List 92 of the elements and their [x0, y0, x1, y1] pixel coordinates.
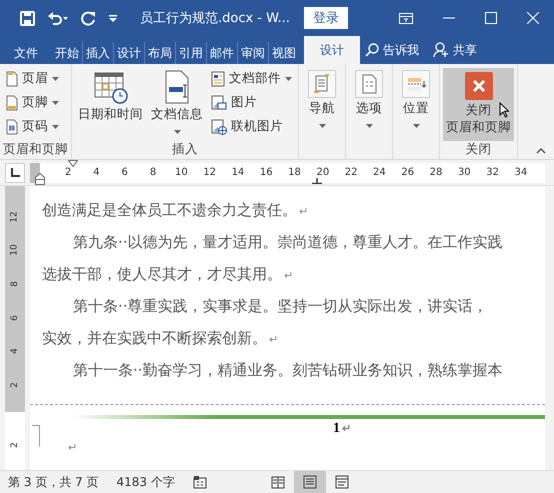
ruler-number: 22: [344, 167, 358, 178]
share-link[interactable]: 共享: [453, 42, 477, 58]
ruler-number: 20: [315, 167, 330, 178]
paragraph-mark: ↵: [68, 441, 78, 454]
save-icon[interactable]: [20, 10, 35, 26]
tab-stop-selector-icon[interactable]: [10, 168, 20, 177]
navigation-icon: [308, 70, 336, 98]
ribbon-button[interactable]: 页码: [3, 116, 62, 137]
ruler-number: 6: [10, 314, 20, 321]
word-count[interactable]: 4183 个字: [116, 474, 175, 490]
ruler-number: 2: [10, 382, 20, 388]
ribbon-tab[interactable]: 文件: [6, 42, 46, 64]
ruler-number: 8: [148, 167, 158, 178]
close-icon: [464, 72, 492, 100]
hanging-indent-icon[interactable]: [35, 172, 45, 184]
document-info-icon: [163, 70, 191, 104]
ribbon-button[interactable]: 页眉: [3, 68, 62, 89]
paragraph-mark: ↵: [299, 205, 308, 218]
group-label: 关闭: [464, 141, 492, 157]
ruler-number: 28: [428, 167, 444, 178]
ruler-number: 4: [10, 348, 20, 354]
print-view-icon: [303, 475, 317, 489]
ribbon-display-icon[interactable]: [399, 12, 413, 24]
person-icon[interactable]: [433, 42, 449, 58]
ruler-number: 12: [202, 167, 217, 178]
ribbon-button[interactable]: 文档部件: [208, 68, 295, 89]
mouse-cursor-icon: [498, 102, 508, 118]
page-icon: [6, 94, 18, 110]
collapse-ribbon-icon[interactable]: [536, 148, 546, 154]
ribbon-button[interactable]: 位置: [396, 68, 436, 141]
view-button[interactable]: [294, 471, 326, 493]
ruler-number: 10: [10, 244, 20, 256]
ruler-number: 10: [174, 167, 189, 178]
margin-corner-icon: [32, 425, 40, 447]
ribbon-button[interactable]: 关闭 页眉和页脚: [443, 68, 514, 141]
ruler-number: 14: [230, 167, 246, 178]
ribbon-button[interactable]: 联机图片: [208, 116, 295, 137]
ruler-number: 24: [372, 167, 387, 178]
tell-me-link[interactable]: 告诉我: [383, 42, 419, 58]
ribbon-button[interactable]: 选项: [349, 68, 389, 141]
body-text: 选拔干部，使人尽其才，才尽其用。: [42, 264, 282, 285]
body-text: 创造满足是全体员工不遗余力之责任。: [42, 200, 297, 221]
ruler-number: 2: [10, 442, 20, 448]
group-label: 页眉和页脚: [3, 141, 68, 157]
tab-stop-icon[interactable]: [312, 178, 322, 184]
maximize-icon[interactable]: [485, 12, 497, 24]
page-number-icon: [6, 118, 18, 134]
calendar-clock-icon: [94, 70, 128, 104]
ruler-number: 30: [456, 167, 472, 178]
ruler-number: 8: [10, 281, 20, 287]
macro-recording-icon[interactable]: [192, 475, 207, 489]
page-number: 1: [333, 421, 340, 436]
ribbon-button[interactable]: 图片: [208, 92, 295, 113]
web-view-icon: [335, 475, 349, 489]
search-icon[interactable]: [365, 43, 379, 57]
ribbon-button[interactable]: 文档信息: [148, 68, 206, 141]
ribbon-tab[interactable]: 视图: [269, 42, 299, 64]
document-title: 员工行为规范.docx - W...: [140, 10, 290, 27]
ruler-number: 26: [400, 167, 416, 178]
read-view-icon: [271, 475, 285, 489]
options-icon: [355, 70, 383, 98]
ruler-number: 12: [10, 211, 20, 223]
sign-in-button[interactable]: 登录: [304, 7, 348, 29]
body-text: 第九条··以德为先，量才适用。崇尚道德，尊重人才。在工作实践: [72, 232, 503, 253]
ruler-number: 6: [120, 167, 129, 178]
customize-icon[interactable]: [108, 13, 118, 23]
undo-icon[interactable]: [47, 10, 69, 26]
ruler-number: 16: [258, 167, 274, 178]
ruler-number: 2: [64, 167, 72, 178]
online-picture-icon: [211, 118, 227, 134]
ribbon-button[interactable]: 页脚: [3, 92, 62, 113]
paragraph-mark: ↵: [342, 423, 351, 435]
document-parts-icon: [211, 70, 225, 86]
ruler-number: 34: [514, 167, 528, 178]
body-text: 第十条··尊重实践，实事求是。坚持一切从实际出发，讲实话，: [72, 296, 488, 317]
body-text: 实效，并在实践中不断探索创新。: [42, 328, 267, 349]
group-label: 插入: [171, 141, 199, 157]
ribbon-button[interactable]: 导航: [302, 68, 342, 141]
ruler-number: 4: [92, 167, 101, 178]
ruler-number: 32: [485, 167, 500, 178]
position-icon: [402, 70, 430, 98]
page-icon: [6, 70, 18, 86]
ribbon-button[interactable]: 日期和时间: [75, 68, 146, 141]
close-icon[interactable]: [527, 12, 539, 24]
ruler-number: 18: [287, 167, 302, 178]
redo-icon[interactable]: [81, 10, 96, 26]
paragraph-mark: ↵: [269, 333, 278, 346]
ribbon-tab[interactable]: 设计: [304, 36, 360, 64]
page-count[interactable]: 第 3 页，共 7 页: [8, 474, 99, 490]
paragraph-mark: ↵: [284, 269, 294, 282]
body-text: 第十一条··勤奋学习，精通业务。刻苦钻研业务知识，熟练掌握本: [72, 360, 503, 381]
picture-icon: [211, 94, 227, 110]
